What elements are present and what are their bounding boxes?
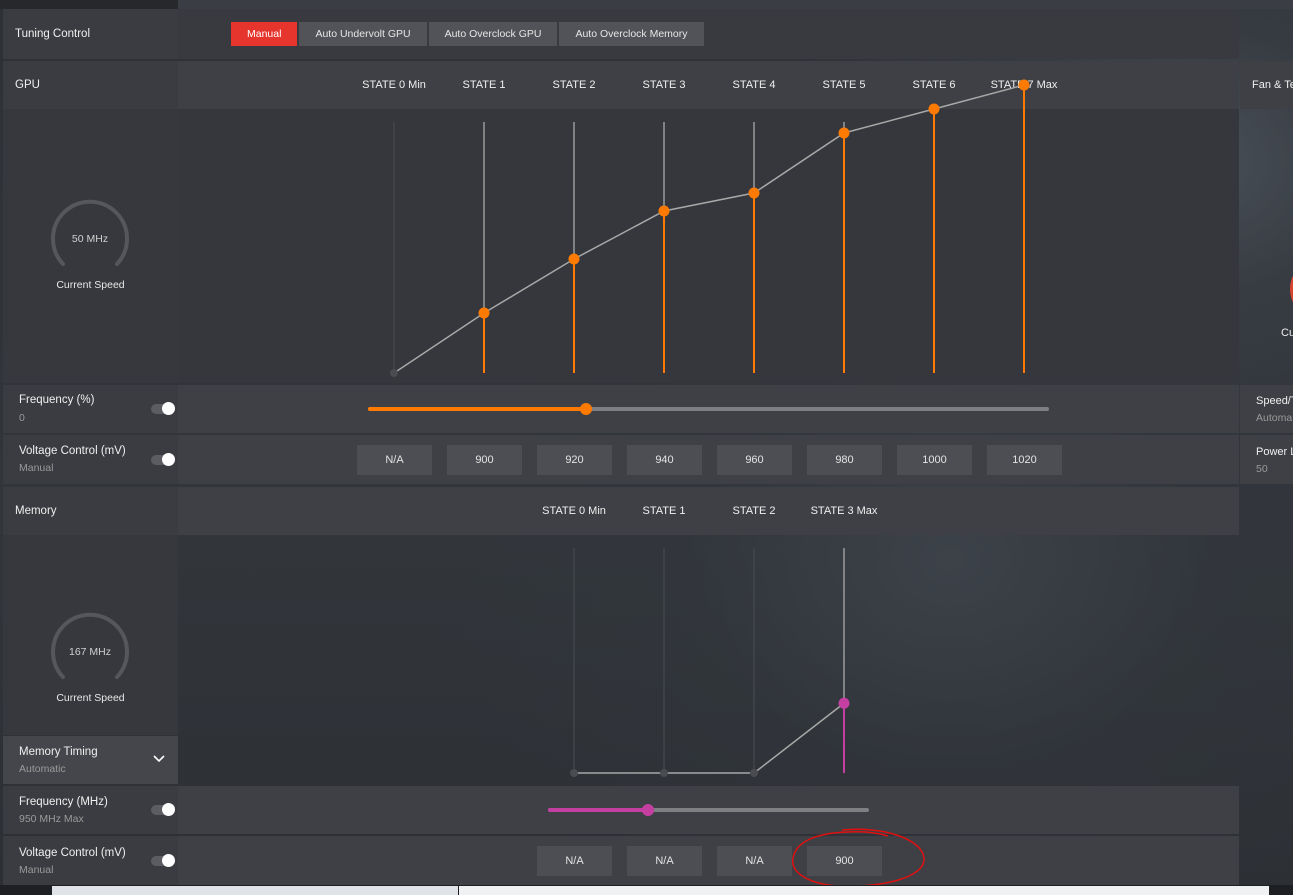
memory-frequency-toggle[interactable]: [151, 803, 175, 816]
memory-voltage-value[interactable]: N/A: [537, 846, 612, 876]
memory-state-point: [570, 769, 578, 777]
fan-panel-header: Fan & Te: [1240, 61, 1293, 109]
memory-frequency-label: Frequency (MHz): [19, 796, 108, 808]
fan-gauge-caption: Cu: [1281, 327, 1293, 339]
power-limit-value: 50: [1256, 463, 1268, 475]
fan-speed-value: Automa: [1256, 412, 1293, 424]
memory-voltage-value[interactable]: N/A: [717, 846, 792, 876]
memory-state-graph: [570, 548, 850, 777]
fan-panel-title: Fan & Te: [1252, 79, 1293, 91]
power-limit-row: Power L 50: [1240, 435, 1293, 484]
fan-speed-label: Speed/T: [1256, 395, 1293, 407]
memory-voltage-row: Voltage Control (mV) Manual: [3, 836, 1239, 885]
memory-voltage-toggle[interactable]: [151, 854, 175, 867]
memory-voltage-mode: Manual: [19, 864, 54, 876]
memory-curve-line: [574, 702, 845, 774]
memory-state-point: [660, 769, 668, 777]
power-limit-label: Power L: [1256, 446, 1293, 458]
memory-voltage-value[interactable]: N/A: [627, 846, 702, 876]
fan-panel-body: Cu: [1240, 109, 1293, 383]
memory-frequency-value: 950 MHz Max: [19, 813, 84, 825]
memory-frequency-slider-thumb[interactable]: [641, 804, 654, 816]
memory-state-point: [838, 697, 850, 709]
bottom-bar: [0, 885, 1293, 895]
fan-speed-row: Speed/T Automa: [1240, 385, 1293, 433]
memory-frequency-slider-fill: [548, 808, 648, 812]
memory-voltage-label: Voltage Control (mV): [19, 847, 126, 859]
memory-state-point: [750, 769, 758, 777]
memory-voltage-value[interactable]: 900: [807, 846, 882, 876]
